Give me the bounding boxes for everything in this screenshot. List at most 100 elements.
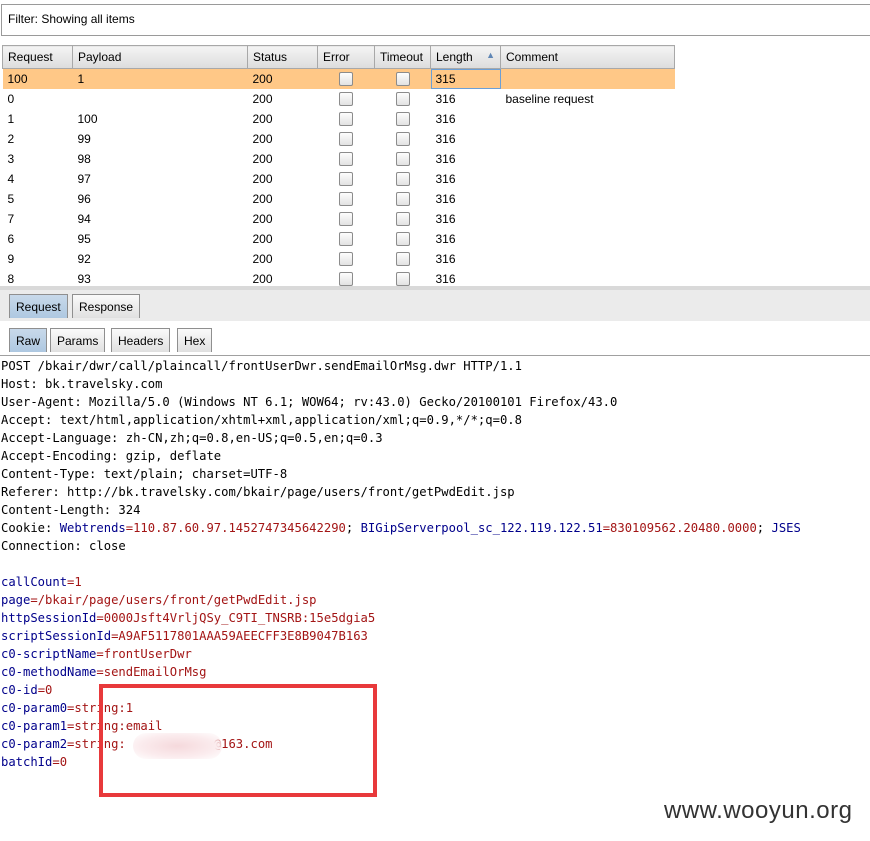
- col-header-length[interactable]: Length ▲: [430, 45, 501, 69]
- param-key: scriptSessionId: [1, 629, 112, 643]
- timeout-checkbox[interactable]: [395, 132, 410, 147]
- cookie-key: JSES: [771, 521, 801, 535]
- timeout-checkbox[interactable]: [395, 92, 410, 107]
- col-header-timeout[interactable]: Timeout: [374, 45, 431, 69]
- tab-raw[interactable]: Raw: [9, 328, 48, 352]
- col-header-payload[interactable]: Payload: [72, 45, 248, 69]
- tab-hex[interactable]: Hex: [177, 328, 213, 352]
- cell-payload: 96: [77, 192, 91, 206]
- cell-length: 316: [435, 132, 456, 146]
- timeout-checkbox[interactable]: [395, 272, 410, 286]
- col-header-request[interactable]: Request: [2, 45, 73, 69]
- cell-error: [318, 269, 375, 286]
- cell-request: 100: [2, 68, 73, 89]
- cell-length: 316: [435, 192, 456, 206]
- body-param: batchId=0: [1, 753, 67, 771]
- cell-timeout: [375, 129, 431, 149]
- cell-payload: 93: [77, 272, 91, 286]
- cell-comment: [501, 169, 675, 189]
- table-row[interactable]: 1 100 200 316: [3, 109, 675, 129]
- error-checkbox[interactable]: [339, 72, 353, 87]
- filter-label[interactable]: Filter: Showing all items: [8, 12, 135, 26]
- cookie-key: BIGipServerpool_sc_122.119.122.51: [360, 521, 603, 535]
- table-row[interactable]: 3 98 200 316: [3, 149, 675, 169]
- highlight-annotation-box: [99, 684, 377, 797]
- cell-request: 0: [7, 92, 15, 106]
- header-accept-language: Accept-Language: zh-CN,zh;q=0.8,en-US;q=…: [1, 431, 383, 445]
- param-key: page: [1, 593, 31, 607]
- error-checkbox[interactable]: [339, 92, 353, 107]
- watermark: www.wooyun.org: [664, 797, 853, 824]
- cell-request: 4: [7, 172, 15, 186]
- timeout-checkbox[interactable]: [395, 172, 410, 187]
- cell-comment: [501, 229, 675, 249]
- cell-payload: [73, 89, 248, 109]
- timeout-checkbox[interactable]: [395, 232, 410, 247]
- cell-error: [318, 249, 375, 269]
- table-row[interactable]: 5 96 200 316: [3, 189, 675, 209]
- table-row[interactable]: 7 94 200 316: [3, 209, 675, 229]
- table-row[interactable]: 100 1 200 315: [2, 68, 675, 89]
- cell-error: [317, 68, 375, 89]
- error-checkbox[interactable]: [339, 272, 353, 286]
- cell-length: 316: [435, 112, 456, 126]
- timeout-checkbox[interactable]: [395, 152, 410, 167]
- table-row[interactable]: 6 95 200 316: [3, 229, 675, 249]
- table-row[interactable]: 0 200 316 baseline request: [3, 89, 675, 109]
- cell-length: 316: [435, 272, 456, 286]
- cell-error: [318, 189, 375, 209]
- cell-payload: 98: [77, 152, 91, 166]
- col-header-length-label: Length: [436, 50, 473, 64]
- cell-error: [318, 109, 375, 129]
- error-checkbox[interactable]: [339, 252, 353, 267]
- cell-payload: 100: [77, 112, 98, 126]
- timeout-checkbox[interactable]: [395, 112, 410, 127]
- cell-length: 315: [430, 68, 501, 89]
- body-param: scriptSessionId=A9AF5117801AAA59AEECFF3E…: [1, 627, 368, 645]
- timeout-checkbox[interactable]: [395, 212, 410, 227]
- cell-length: 316: [435, 252, 456, 266]
- error-checkbox[interactable]: [339, 232, 353, 247]
- cell-comment: [501, 209, 675, 229]
- error-checkbox[interactable]: [339, 192, 353, 207]
- body-param: callCount=1: [1, 573, 82, 591]
- cell-status: 200: [252, 152, 273, 166]
- param-key: httpSessionId: [1, 611, 97, 625]
- timeout-checkbox[interactable]: [395, 72, 410, 87]
- cell-length: 316: [435, 212, 456, 226]
- cell-timeout: [375, 89, 431, 109]
- header-connection: Connection: close: [1, 539, 126, 553]
- param-value: =frontUserDwr: [96, 647, 192, 661]
- tab-headers[interactable]: Headers: [111, 328, 171, 352]
- cookie-label: Cookie:: [1, 521, 60, 535]
- table-row[interactable]: 8 93 200 316: [3, 269, 675, 286]
- cell-status: 200: [252, 92, 273, 106]
- tab-response[interactable]: Response: [72, 294, 141, 318]
- error-checkbox[interactable]: [339, 132, 353, 147]
- cookie-separator: ;: [345, 521, 361, 535]
- tab-request[interactable]: Request: [9, 294, 68, 318]
- table-row[interactable]: 2 99 200 316: [3, 129, 675, 149]
- param-key: batchId: [1, 755, 53, 769]
- cell-status: 200: [252, 192, 273, 206]
- filter-bar[interactable]: Filter: Showing all items: [0, 0, 870, 44]
- col-header-status[interactable]: Status: [247, 45, 318, 69]
- header-content-length: Content-Length: 324: [1, 503, 141, 517]
- tab-params[interactable]: Params: [50, 328, 106, 352]
- cell-status: 200: [252, 112, 273, 126]
- error-checkbox[interactable]: [339, 152, 353, 167]
- header-host: Host: bk.travelsky.com: [1, 377, 163, 391]
- body-param: page=/bkair/page/users/front/getPwdEdit.…: [1, 591, 317, 609]
- cell-payload: 94: [77, 212, 91, 226]
- error-checkbox[interactable]: [339, 172, 353, 187]
- col-header-comment[interactable]: Comment: [500, 45, 675, 69]
- error-checkbox[interactable]: [339, 212, 353, 227]
- message-tabs: Request Response: [0, 290, 870, 322]
- col-header-error[interactable]: Error: [317, 45, 375, 69]
- table-row[interactable]: 9 92 200 316: [3, 249, 675, 269]
- timeout-checkbox[interactable]: [395, 252, 410, 267]
- cell-status: 200: [252, 212, 273, 226]
- table-row[interactable]: 4 97 200 316: [3, 169, 675, 189]
- error-checkbox[interactable]: [339, 112, 353, 127]
- timeout-checkbox[interactable]: [395, 192, 410, 207]
